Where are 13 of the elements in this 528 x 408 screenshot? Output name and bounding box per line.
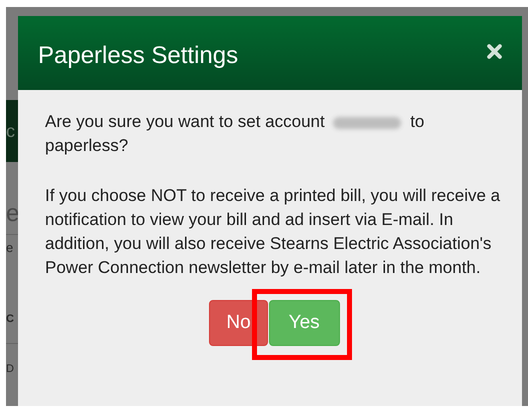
close-icon[interactable] xyxy=(487,44,502,58)
details-text: If you choose NOT to receive a printed bill, you will receive a notification to view your bill and ad insert via E-mail. In addition, you will also receive Stearns Electric Association's Power Connection newsletter by e-mail later in the month. xyxy=(45,185,502,279)
page-text: C xyxy=(6,314,15,325)
no-button[interactable]: No xyxy=(209,300,268,346)
blurred-account-number xyxy=(333,116,402,129)
dialog-title: Paperless Settings xyxy=(38,42,238,70)
question-text: to xyxy=(410,112,424,131)
yes-button[interactable]: Yes xyxy=(268,300,340,346)
page-text: D xyxy=(6,364,15,375)
page-text: e xyxy=(6,241,14,254)
page-text: c xyxy=(6,122,15,140)
question-text: Are you sure you want to set account xyxy=(45,112,325,131)
question-text: paperless? xyxy=(45,136,128,155)
